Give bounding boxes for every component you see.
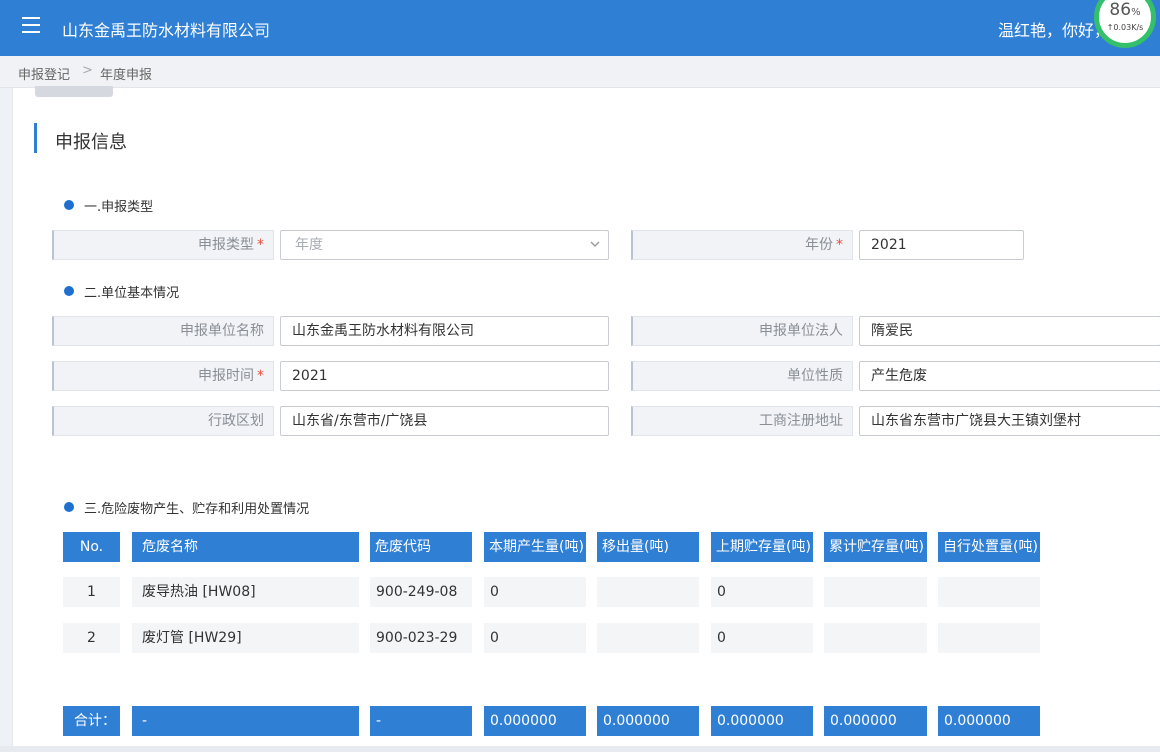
cell-total-stored[interactable] — [824, 577, 927, 607]
hamburger-menu-icon[interactable] — [22, 17, 42, 37]
region-input[interactable]: 山东省/东营市/广饶县 — [280, 406, 609, 436]
breadcrumb: 申报登记 > 年度申报 — [0, 56, 1160, 88]
chevron-down-icon — [590, 241, 600, 247]
col-header-total-stored: 累计贮存量(吨) — [824, 532, 927, 562]
col-header-self-disposed: 自行处置量(吨) — [938, 532, 1040, 562]
cell-current-produced[interactable]: 0 — [484, 623, 586, 653]
app-title: 山东金禹王防水材料有限公司 — [62, 21, 271, 40]
totals-prev-stored: 0.000000 — [711, 706, 813, 736]
unit-nature-label: 单位性质 — [631, 361, 853, 391]
col-header-waste-code: 危废代码 — [370, 532, 472, 562]
breadcrumb-separator-icon: > — [82, 63, 93, 78]
declare-time-label: 申报时间 * — [52, 361, 274, 391]
totals-waste-code: - — [370, 706, 472, 736]
reg-address-input[interactable]: 山东省东营市广饶县大王镇刘堡村 — [859, 406, 1160, 436]
breadcrumb-item-annual-declare[interactable]: 年度申报 — [100, 64, 152, 83]
bullet-dot-icon — [64, 502, 74, 512]
part1-title: 一.申报类型 — [84, 200, 154, 215]
legal-person-input[interactable]: 隋爱民 — [859, 316, 1160, 346]
cell-current-produced[interactable]: 0 — [484, 577, 586, 607]
breadcrumb-item-declare-register[interactable]: 申报登记 — [18, 64, 70, 83]
cell-no: 1 — [63, 577, 120, 607]
col-header-no: No. — [63, 532, 120, 562]
declare-time-input[interactable]: 2021 — [280, 361, 609, 391]
totals-current-produced: 0.000000 — [484, 706, 586, 736]
cell-waste-name: 废导热油 [HW08] — [132, 577, 359, 607]
year-input[interactable]: 2021 — [859, 230, 1024, 260]
declare-type-value: 年度 — [295, 237, 323, 253]
cell-waste-name: 废灯管 [HW29] — [132, 623, 359, 653]
cell-waste-code: 900-023-29 — [370, 623, 472, 653]
cell-waste-code: 900-249-08 — [370, 577, 472, 607]
declare-type-select[interactable]: 年度 — [280, 230, 609, 260]
cell-self-disposed[interactable] — [938, 623, 1040, 653]
user-greeting[interactable]: 温红艳，你好， — [998, 17, 1110, 41]
cell-self-disposed[interactable] — [938, 577, 1040, 607]
bullet-dot-icon — [64, 200, 74, 210]
totals-self-disposed: 0.000000 — [938, 706, 1040, 736]
totals-total-stored: 0.000000 — [824, 706, 927, 736]
unit-nature-input[interactable]: 产生危废 — [859, 361, 1160, 391]
col-header-prev-stored: 上期贮存量(吨) — [711, 532, 813, 562]
cell-total-stored[interactable] — [824, 623, 927, 653]
net-percent: 86% — [1109, 0, 1141, 20]
totals-moved-out: 0.000000 — [597, 706, 699, 736]
col-header-waste-name: 危废名称 — [132, 532, 359, 562]
cell-moved-out[interactable] — [597, 623, 699, 653]
cell-no: 2 — [63, 623, 120, 653]
declare-type-label: 申报类型 * — [52, 230, 274, 260]
cell-prev-stored[interactable]: 0 — [711, 623, 813, 653]
region-label: 行政区划 — [52, 406, 274, 436]
part2-title: 二.单位基本情况 — [84, 286, 180, 301]
year-label: 年份 * — [631, 230, 853, 260]
cell-moved-out[interactable] — [597, 577, 699, 607]
bottom-divider — [0, 746, 1160, 752]
unit-name-label: 申报单位名称 — [52, 316, 274, 346]
net-speed: ↑0.03K/s — [1106, 23, 1144, 32]
col-header-moved-out: 移出量(吨) — [597, 532, 699, 562]
section-accent-bar — [34, 123, 37, 153]
content-panel: 申报信息 一.申报类型 申报类型 * 年度 年份 * 2021 二.单位基本情况 申… — [12, 86, 1160, 752]
section-title: 申报信息 — [55, 132, 127, 153]
partially-hidden-button[interactable] — [35, 86, 113, 97]
bullet-dot-icon — [64, 286, 74, 296]
legal-person-label: 申报单位法人 — [631, 316, 853, 346]
cell-prev-stored[interactable]: 0 — [711, 577, 813, 607]
top-bar: 山东金禹王防水材料有限公司 温红艳，你好， — [0, 0, 1160, 56]
reg-address-label: 工商注册地址 — [631, 406, 853, 436]
col-header-current-produced: 本期产生量(吨) — [484, 532, 586, 562]
part3-title: 三.危险废物产生、贮存和利用处置情况 — [84, 502, 310, 517]
totals-label: 合计： — [63, 706, 120, 736]
unit-name-input[interactable]: 山东金禹王防水材料有限公司 — [280, 316, 609, 346]
totals-waste-name: - — [132, 706, 359, 736]
